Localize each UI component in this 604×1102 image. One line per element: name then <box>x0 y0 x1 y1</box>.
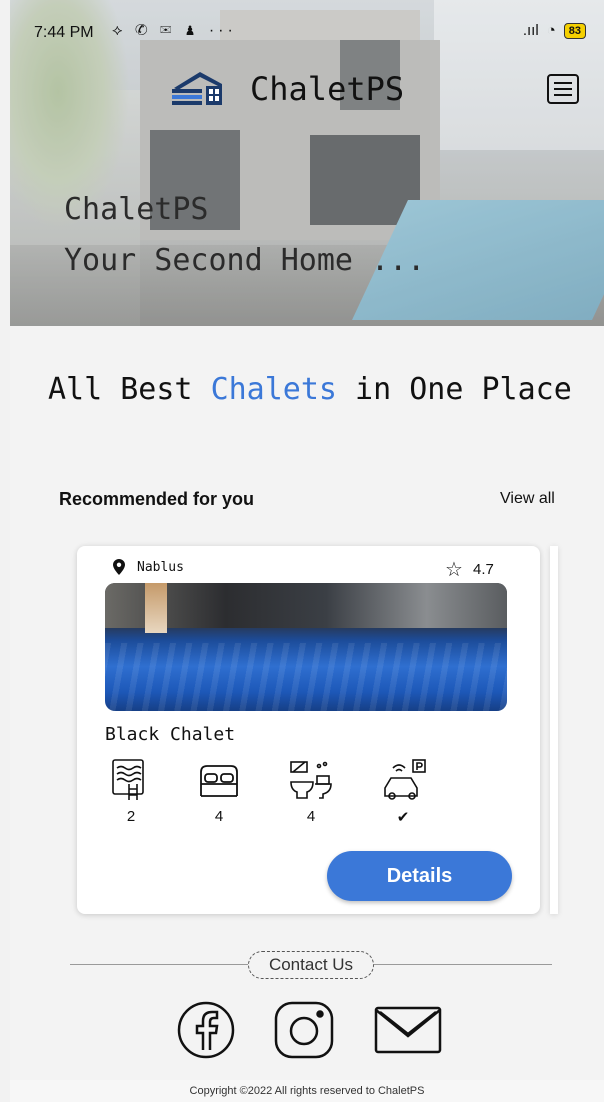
headline-text-end: in One Place <box>337 372 572 407</box>
signal-icon: .ııl <box>522 22 539 39</box>
status-time: 7:44 PM <box>34 24 94 41</box>
battery-icon: 83 <box>563 22 586 39</box>
headline-highlight: Chalets <box>210 372 337 407</box>
instagram-icon[interactable] <box>268 1000 340 1060</box>
chalet-card[interactable]: Nablus ☆ 4.7 Black Chalet 2 4 4 ✔ Detail… <box>77 546 540 914</box>
chalet-photo[interactable] <box>105 583 507 711</box>
bathroom-icon <box>287 758 335 802</box>
recommended-section-title: Recommended for you <box>59 489 255 509</box>
status-bar: 7:44 PM ⟡ ✆ ✉ ♟ ··· .ııl ◔ 83 <box>10 0 604 60</box>
pool-count: 2 <box>126 808 136 825</box>
contact-us-label: Contact Us <box>248 951 374 979</box>
page-headline: All Best Chalets in One Place <box>48 372 588 408</box>
facebook-icon[interactable] <box>170 1000 242 1060</box>
footer-divider-right <box>372 964 552 965</box>
pool-icon <box>107 758 155 802</box>
bed-count: 4 <box>214 808 224 825</box>
chalet-name[interactable]: Black Chalet <box>105 724 235 745</box>
next-card-peek[interactable] <box>550 546 558 914</box>
app-brand-title[interactable]: ChaletPS <box>250 70 404 108</box>
location-pin-icon <box>113 559 125 575</box>
hero-subtitle: Your Second Home ... <box>64 243 426 278</box>
hero-title: ChaletPS <box>64 192 209 227</box>
headline-text-start: All Best <box>48 372 211 407</box>
notification-icons: ⟡ ✆ ✉ ♟ ··· <box>112 22 237 39</box>
bathroom-count: 4 <box>306 808 316 825</box>
parking-icon <box>379 758 427 802</box>
bed-icon <box>195 758 243 802</box>
mail-icon[interactable] <box>372 1000 444 1060</box>
app-screen: 7:44 PM ⟡ ✆ ✉ ♟ ··· .ııl ◔ 83 ChaletPS C… <box>10 0 604 1102</box>
copyright-text: Copyright ©2022 All rights reserved to C… <box>10 1080 604 1102</box>
house-logo-icon <box>172 72 222 105</box>
footer-divider-left <box>70 964 248 965</box>
wifi-icon: ◔ <box>546 22 556 39</box>
details-button[interactable]: Details <box>327 851 512 901</box>
chalet-location: Nablus <box>137 560 184 575</box>
chalet-rating: 4.7 <box>473 561 494 578</box>
menu-button[interactable] <box>547 74 579 104</box>
parking-available: ✔ <box>396 809 410 826</box>
view-all-link[interactable]: View all <box>500 490 555 508</box>
star-outline-icon: ☆ <box>445 559 463 581</box>
